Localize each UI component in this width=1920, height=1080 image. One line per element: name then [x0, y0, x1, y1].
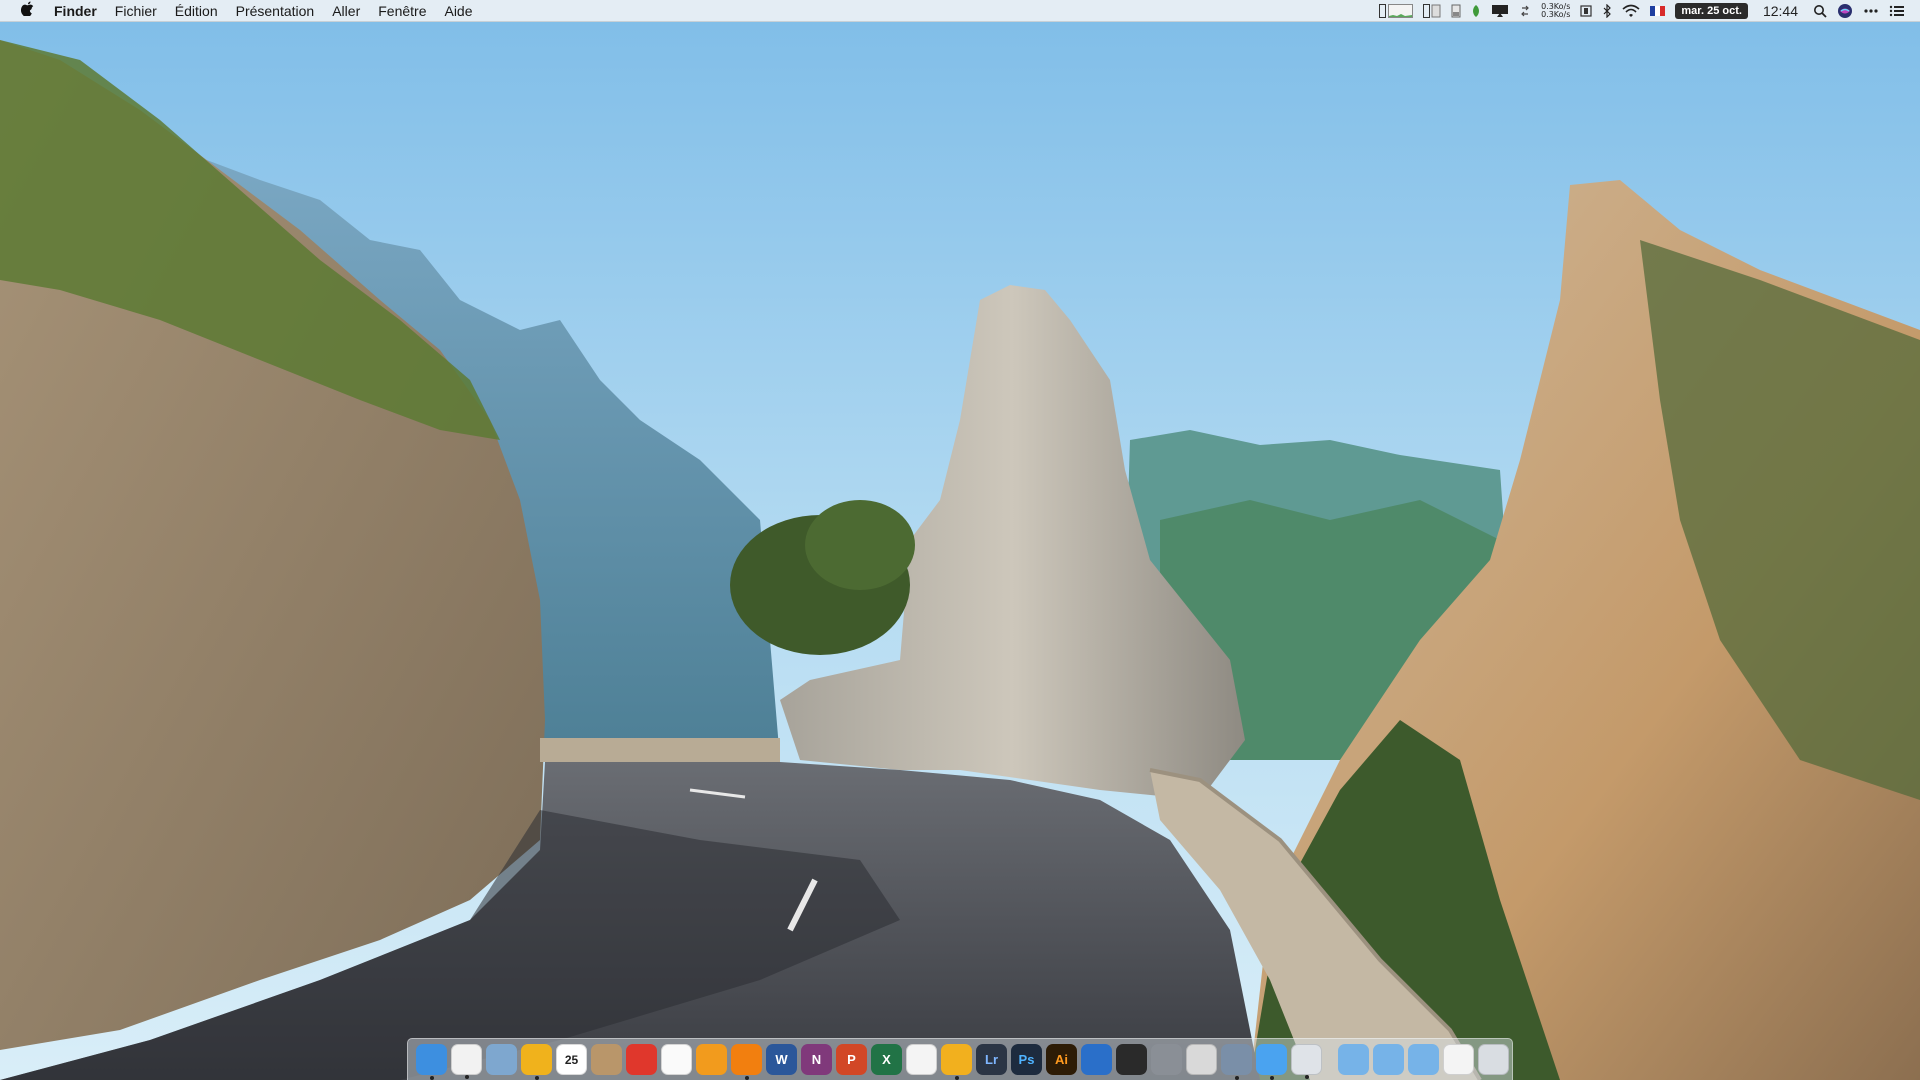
cpu-meter-icon[interactable] — [1418, 0, 1446, 22]
word-label: W — [775, 1052, 788, 1067]
dock-stacks — [1336, 1044, 1511, 1075]
package-icon[interactable] — [591, 1044, 622, 1075]
menu-edition[interactable]: Édition — [166, 0, 227, 22]
sidebar-app-icon[interactable] — [1575, 0, 1597, 22]
menu-aide[interactable]: Aide — [435, 0, 481, 22]
bluetooth-icon[interactable] — [1597, 0, 1617, 22]
powerpoint-label: P — [847, 1052, 856, 1067]
menu-fenetre[interactable]: Fenêtre — [369, 0, 435, 22]
menu-bar-left: Finder Fichier Édition Présentation Alle… — [0, 0, 482, 21]
menu-bar: Finder Fichier Édition Présentation Alle… — [0, 0, 1920, 22]
battery-leaf-icon[interactable] — [1466, 0, 1486, 22]
powerpoint-icon[interactable]: P — [836, 1044, 867, 1075]
downloads-folder-icon[interactable] — [1373, 1044, 1404, 1075]
date-display[interactable]: mar. 25 oct. — [1670, 0, 1753, 22]
photoshop-label: Ps — [1018, 1052, 1035, 1067]
memory-meter-icon[interactable] — [1374, 0, 1418, 22]
lightroom-label: Lr — [985, 1052, 998, 1067]
excel-label: X — [882, 1052, 891, 1067]
excel-icon[interactable]: X — [871, 1044, 902, 1075]
disk-meter-icon[interactable] — [1446, 0, 1466, 22]
notification-center-icon[interactable] — [1884, 0, 1910, 22]
clock-time[interactable]: 12:44 — [1753, 0, 1808, 22]
dock: 25 W N P X Lr Ps Ai — [407, 1038, 1513, 1080]
siri-icon[interactable] — [1832, 0, 1858, 22]
onepassword-icon[interactable] — [1081, 1044, 1112, 1075]
chrome-document-icon[interactable] — [1443, 1044, 1474, 1075]
lightroom-icon[interactable]: Lr — [976, 1044, 1007, 1075]
menu-fichier[interactable]: Fichier — [106, 0, 166, 22]
app-menu-finder[interactable]: Finder — [54, 0, 106, 22]
onenote-label: N — [811, 1052, 822, 1067]
photoshop-icon[interactable]: Ps — [1011, 1044, 1042, 1075]
trash-icon[interactable] — [1478, 1044, 1509, 1075]
ibooks-icon[interactable] — [696, 1044, 727, 1075]
terminal-icon[interactable] — [1116, 1044, 1147, 1075]
scanner-icon[interactable] — [1221, 1044, 1252, 1080]
script-icon[interactable] — [1291, 1044, 1322, 1079]
preview-icon[interactable] — [486, 1044, 517, 1075]
applications-folder-icon[interactable] — [1338, 1044, 1369, 1075]
date-pill: mar. 25 oct. — [1675, 2, 1748, 19]
documents-folder-icon[interactable] — [1408, 1044, 1439, 1075]
calendar-icon[interactable]: 25 — [556, 1044, 587, 1075]
finder-icon[interactable] — [416, 1044, 447, 1080]
desktop-wallpaper — [0, 0, 1920, 1080]
france-flag-icon[interactable] — [1645, 0, 1670, 22]
apple-logo-glyph — [20, 1, 33, 17]
more-icon[interactable] — [1858, 0, 1884, 22]
illustrator-label: Ai — [1055, 1052, 1068, 1067]
messages-icon[interactable] — [1256, 1044, 1287, 1080]
vlc-icon[interactable] — [731, 1044, 762, 1080]
illustrator-icon[interactable]: Ai — [1046, 1044, 1077, 1075]
airplay-display-icon[interactable] — [1486, 0, 1514, 22]
photos-viewer-icon[interactable] — [1186, 1044, 1217, 1075]
wifi-icon[interactable] — [1617, 0, 1645, 22]
calendar-label: 25 — [564, 1052, 579, 1067]
onenote-icon[interactable]: N — [801, 1044, 832, 1075]
system-preferences-icon[interactable] — [1151, 1044, 1182, 1075]
photobooth-icon[interactable] — [521, 1044, 552, 1080]
chrome-icon[interactable] — [451, 1044, 482, 1079]
itunes-icon[interactable] — [661, 1044, 692, 1075]
menu-presentation[interactable]: Présentation — [227, 0, 324, 22]
butterfly-icon[interactable] — [941, 1044, 972, 1080]
sync-icon[interactable] — [1514, 0, 1536, 22]
spotlight-icon[interactable] — [1808, 0, 1832, 22]
menu-bar-status-area: 0.3Ko/s 0.3Ko/s mar. 25 oct. 12:44 — [1374, 0, 1920, 21]
textedit-icon[interactable] — [906, 1044, 937, 1075]
network-download-rate: 0.3Ko/s — [1541, 9, 1571, 19]
menu-aller[interactable]: Aller — [323, 0, 369, 22]
dock-apps: 25 W N P X Lr Ps Ai — [414, 1044, 1324, 1080]
word-icon[interactable]: W — [766, 1044, 797, 1075]
wallpaper-landscape — [0, 0, 1920, 1080]
apple-menu-icon[interactable] — [0, 1, 54, 20]
bookmark-star-icon[interactable] — [626, 1044, 657, 1075]
network-speed-meter[interactable]: 0.3Ko/s 0.3Ko/s — [1536, 0, 1575, 22]
